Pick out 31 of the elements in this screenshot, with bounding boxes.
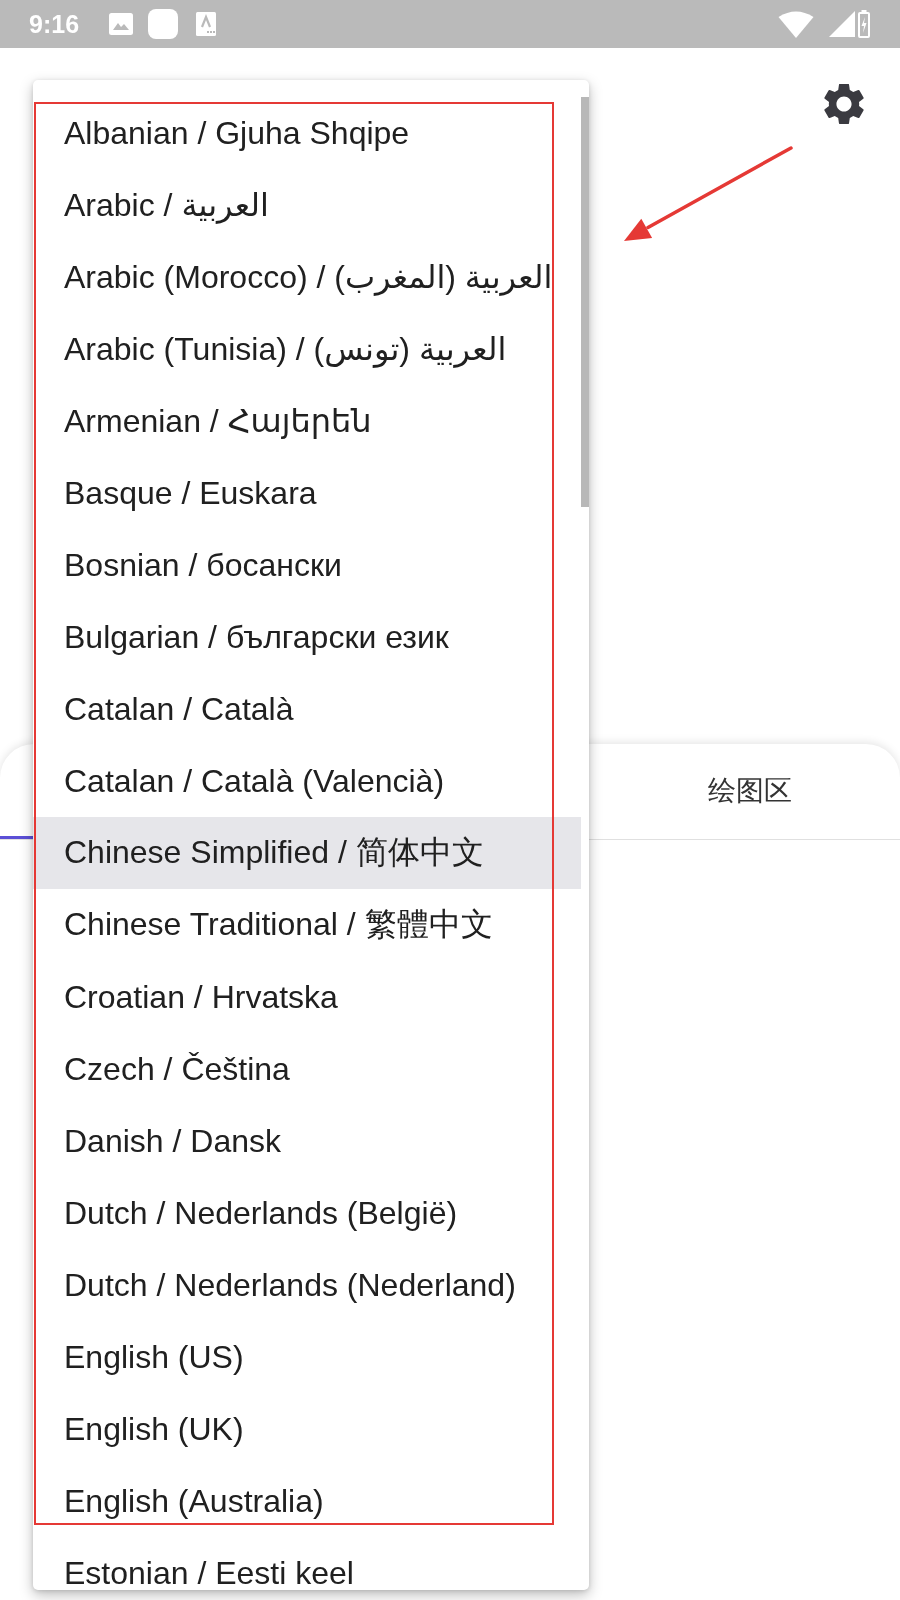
language-option[interactable]: Basque / Euskara [33,457,581,529]
language-option[interactable]: English (Australia) [33,1465,581,1537]
language-option[interactable]: Albanian / Gjuha Shqipe [33,97,581,169]
language-option[interactable]: Dutch / Nederlands (Nederland) [33,1249,581,1321]
scrollbar-thumb[interactable] [581,97,589,507]
language-option[interactable]: Chinese Traditional / 繁體中文 [33,889,581,961]
wifi-icon [778,10,814,38]
language-option[interactable]: Arabic / العربية [33,169,581,241]
language-option[interactable]: Croatian / Hrvatska [33,961,581,1033]
image-icon [109,13,134,35]
app-icon [148,9,179,39]
language-option[interactable]: Bosnian / босански [33,529,581,601]
settings-icon[interactable] [824,84,864,124]
language-option[interactable]: Armenian / Հայերեն [33,385,581,457]
language-option[interactable]: Arabic (Tunisia) / العربية (تونس) [33,313,581,385]
language-option[interactable]: Catalan / Català (Valencià) [33,745,581,817]
language-option[interactable]: Catalan / Català [33,673,581,745]
signal-icon [829,11,855,37]
language-option[interactable]: Danish / Dansk [33,1105,581,1177]
language-option[interactable]: English (UK) [33,1393,581,1465]
language-option[interactable]: Bulgarian / български език [33,601,581,673]
language-option[interactable]: Dutch / Nederlands (België) [33,1177,581,1249]
language-option[interactable]: Arabic (Morocco) / العربية (المغرب) [33,241,581,313]
language-option[interactable]: English (US) [33,1321,581,1393]
battery-icon [858,10,870,38]
language-option[interactable]: Chinese Simplified / 简体中文 [33,817,581,889]
status-time: 9:16 [29,9,80,39]
tab[interactable]: 绘图区 [600,744,900,839]
language-option[interactable]: Estonian / Eesti keel [33,1537,581,1590]
language-option[interactable]: Czech / Čeština [33,1033,581,1105]
notification-icon [196,12,217,36]
